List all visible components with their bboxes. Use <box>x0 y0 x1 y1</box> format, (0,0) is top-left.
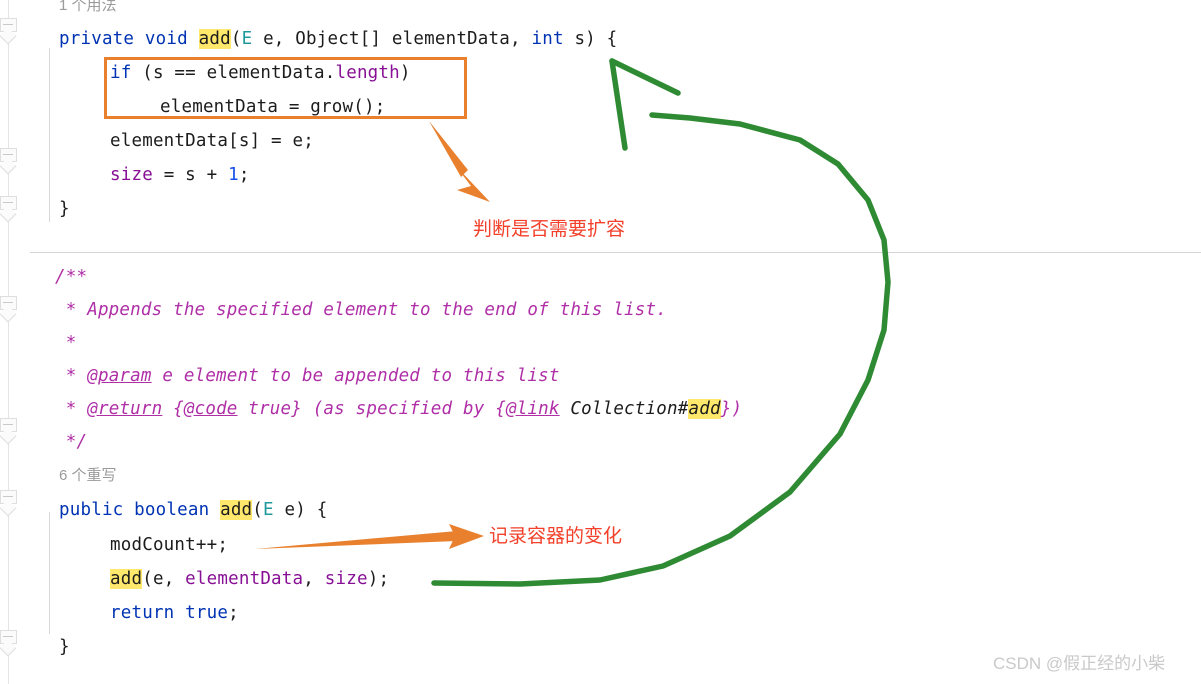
code-line-if-condition[interactable]: if (s == elementData.length) <box>110 62 411 84</box>
token-type-E: E <box>241 29 253 49</box>
token-arg-e: e, <box>252 29 296 49</box>
fold-marker-dash <box>3 496 13 497</box>
fold-marker-dash <box>3 24 13 25</box>
code-fold-marker[interactable] <box>0 196 20 223</box>
javadoc-tag-code[interactable]: @code <box>184 399 238 419</box>
token-size-expr: = s + <box>152 165 229 185</box>
token-field-size: size <box>324 569 368 589</box>
javadoc-tag-link[interactable]: @link <box>506 399 560 419</box>
javadoc-line-open[interactable]: /** <box>55 266 87 288</box>
screenshot-root: 1 个用法 private void add(E e, Object[] ele… <box>0 0 1201 684</box>
javadoc-link-close: }) <box>720 399 743 419</box>
indent-guide <box>49 48 50 222</box>
code-line-public-add-signature[interactable]: public boolean add(E e) { <box>59 499 327 521</box>
gutter-divider-line <box>8 0 9 684</box>
token-number-1: 1 <box>228 165 239 185</box>
token-highlight-add: add <box>110 569 143 589</box>
token-keyword-if: if <box>110 63 132 83</box>
token-comma: , <box>303 569 325 589</box>
token-highlight-add: add <box>198 29 231 49</box>
fold-marker-dash <box>3 202 13 203</box>
javadoc-true-text: true} (as specified by { <box>237 399 506 419</box>
token-arg-e: e) { <box>273 500 328 520</box>
code-line-return-true[interactable]: return true; <box>110 602 239 624</box>
code-line-block2-close-brace[interactable]: } <box>59 636 70 658</box>
token-arg-s: s) { <box>563 29 618 49</box>
token-keyword-true: true <box>185 603 229 623</box>
token-semicolon: ; <box>238 165 250 185</box>
javadoc-line-description[interactable]: * Appends the specified element to the e… <box>55 299 667 321</box>
code-line-block1-close-brace[interactable]: } <box>59 198 70 220</box>
javadoc-link-highlight-add: add <box>688 399 721 419</box>
javadoc-line-param[interactable]: * @param e element to be appended to thi… <box>55 365 560 387</box>
token-field-elementdata: elementData <box>185 569 304 589</box>
token-keyword-private: private <box>59 29 135 49</box>
javadoc-line-blank[interactable]: * <box>55 332 77 354</box>
token-condition-right: ) <box>399 63 411 83</box>
fold-marker-dash <box>3 302 13 303</box>
editor-gutter <box>0 0 30 684</box>
code-editor-surface[interactable]: 1 个用法 private void add(E e, Object[] ele… <box>30 0 1201 684</box>
token-keyword-boolean: boolean <box>134 500 210 520</box>
fold-marker-dash <box>3 154 13 155</box>
code-line-private-add-signature[interactable]: private void add(E e, Object[] elementDa… <box>59 28 617 50</box>
javadoc-tag-param[interactable]: @param <box>87 366 151 386</box>
code-fold-marker[interactable] <box>0 296 20 323</box>
code-line-modcount-increment[interactable]: modCount++; <box>110 534 228 556</box>
javadoc-brace-open: { <box>162 399 184 419</box>
token-paren-open: ( <box>230 29 242 49</box>
token-semicolon: ; <box>228 603 239 623</box>
token-type-object-array: Object[] <box>295 29 382 49</box>
javadoc-tag-return[interactable]: @return <box>87 399 162 419</box>
javadoc-star: * <box>55 399 88 419</box>
code-block-separator <box>30 252 1201 253</box>
indent-guide <box>49 512 50 634</box>
token-keyword-public: public <box>59 500 124 520</box>
token-type-E: E <box>263 500 274 520</box>
javadoc-line-return[interactable]: * @return {@code true} (as specified by … <box>55 398 742 420</box>
javadoc-param-text: e element to be appended to this list <box>151 366 560 386</box>
code-line-add-call[interactable]: add(e, elementData, size); <box>110 568 389 590</box>
token-keyword-void: void <box>144 29 188 49</box>
token-condition-left: (s == elementData. <box>131 63 336 83</box>
code-line-size-assign[interactable]: size = s + 1; <box>110 164 250 186</box>
fold-marker-dash <box>3 636 13 637</box>
code-fold-marker[interactable] <box>0 418 20 445</box>
override-count-hint: 6 个重写 <box>59 467 117 484</box>
token-call-close: ); <box>367 569 390 589</box>
token-field-length: length <box>335 63 400 83</box>
token-highlight-add: add <box>220 500 253 520</box>
javadoc-star: * <box>55 366 88 386</box>
code-fold-marker[interactable] <box>0 148 20 175</box>
token-keyword-return: return <box>110 603 175 623</box>
javadoc-link-target: Collection# <box>559 399 689 419</box>
code-line-elementdata-grow[interactable]: elementData = grow(); <box>160 96 385 118</box>
token-arg-elementdata: elementData, <box>381 29 532 49</box>
fold-marker-dash <box>3 424 13 425</box>
code-fold-marker[interactable] <box>0 630 20 657</box>
code-line-elementdata-assign[interactable]: elementData[s] = e; <box>110 130 314 152</box>
token-keyword-int: int <box>531 29 564 49</box>
token-paren-open: ( <box>252 500 264 520</box>
token-field-size: size <box>110 165 153 185</box>
usage-count-hint: 1 个用法 <box>59 0 117 14</box>
token-call-open: (e, <box>142 569 186 589</box>
code-fold-marker[interactable] <box>0 490 20 517</box>
code-fold-marker[interactable] <box>0 18 20 45</box>
javadoc-line-close[interactable]: */ <box>55 431 87 453</box>
